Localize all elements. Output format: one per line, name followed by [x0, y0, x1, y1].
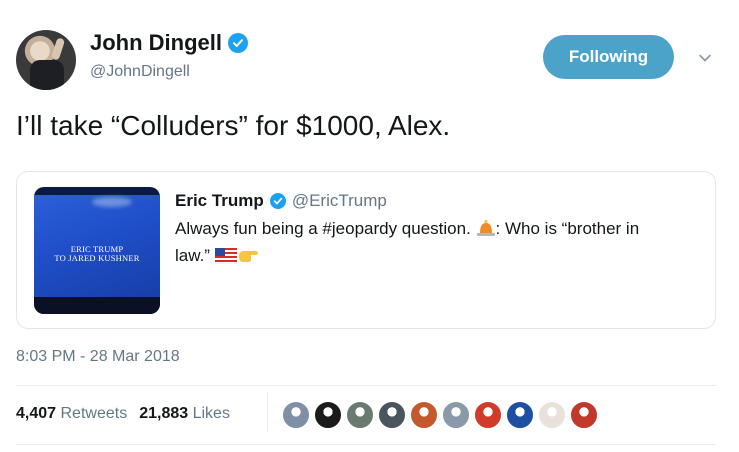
verified-badge-icon — [228, 33, 248, 53]
liker-avatar-7-icon[interactable] — [474, 401, 502, 429]
following-button[interactable]: Following — [543, 35, 674, 79]
quoted-tweet-card[interactable]: ERIC TRUMP TO JARED KUSHNER Eric Trump @… — [16, 171, 716, 329]
quoted-text-after-emoji: : Who is “brother in — [495, 219, 640, 238]
liker-avatar-1-icon[interactable] — [282, 401, 310, 429]
quoted-text-line2: law.” — [175, 246, 210, 265]
liker-avatar-4-icon[interactable] — [378, 401, 406, 429]
liker-avatars — [282, 401, 598, 429]
liker-avatar-3-icon[interactable] — [346, 401, 374, 429]
quoted-author-row: Eric Trump @EricTrump — [175, 191, 387, 211]
liker-avatar-5-icon[interactable] — [410, 401, 438, 429]
retweets-label: Retweets — [60, 405, 128, 422]
retweets-count: 4,407 — [16, 405, 57, 422]
tv-frame-bottom — [34, 297, 160, 314]
divider-bottom — [16, 444, 716, 445]
likes-count: 21,883 — [139, 405, 189, 422]
liker-avatar-9-icon[interactable] — [538, 401, 566, 429]
pointing-hand-emoji-icon — [237, 247, 259, 271]
quoted-author-handle[interactable]: @EricTrump — [292, 191, 387, 211]
liker-avatar-6-icon[interactable] — [442, 401, 470, 429]
quoted-tweet-image[interactable]: ERIC TRUMP TO JARED KUSHNER — [34, 187, 160, 314]
quoted-text-line1: Always fun being a #jeopardy question. — [175, 219, 471, 238]
media-caption-line2: TO JARED KUSHNER — [54, 253, 140, 263]
media-caption: ERIC TRUMP TO JARED KUSHNER — [42, 245, 152, 263]
tweet-stats: 4,407 Retweets 21,883 Likes — [16, 405, 230, 423]
tweet-text: I’ll take “Colluders” for $1000, Alex. — [16, 110, 451, 141]
alarm-light-emoji-icon — [476, 219, 496, 244]
author-handle[interactable]: @JohnDingell — [90, 63, 190, 81]
screen-glare — [92, 197, 132, 207]
quoted-tweet-text: Always fun being a #jeopardy question. :… — [175, 217, 695, 271]
author-name-row: John Dingell — [90, 30, 248, 56]
liker-avatar-10-icon[interactable] — [570, 401, 598, 429]
author-name[interactable]: John Dingell — [90, 30, 222, 56]
stats-separator — [267, 392, 268, 432]
quoted-verified-badge-icon — [269, 193, 286, 209]
likes-stat[interactable]: 21,883 Likes — [139, 405, 230, 423]
us-flag-emoji-icon — [214, 247, 237, 271]
likes-label: Likes — [192, 405, 230, 422]
divider-top — [16, 385, 716, 386]
liker-avatar-8-icon[interactable] — [506, 401, 534, 429]
retweets-stat[interactable]: 4,407 Retweets — [16, 405, 127, 423]
liker-avatar-2-icon[interactable] — [314, 401, 342, 429]
author-avatar[interactable] — [16, 30, 76, 90]
chevron-down-icon[interactable] — [697, 50, 713, 66]
tweet-timestamp[interactable]: 8:03 PM - 28 Mar 2018 — [16, 348, 180, 366]
quoted-author-name[interactable]: Eric Trump — [175, 191, 264, 211]
tv-screen: ERIC TRUMP TO JARED KUSHNER — [34, 195, 160, 298]
